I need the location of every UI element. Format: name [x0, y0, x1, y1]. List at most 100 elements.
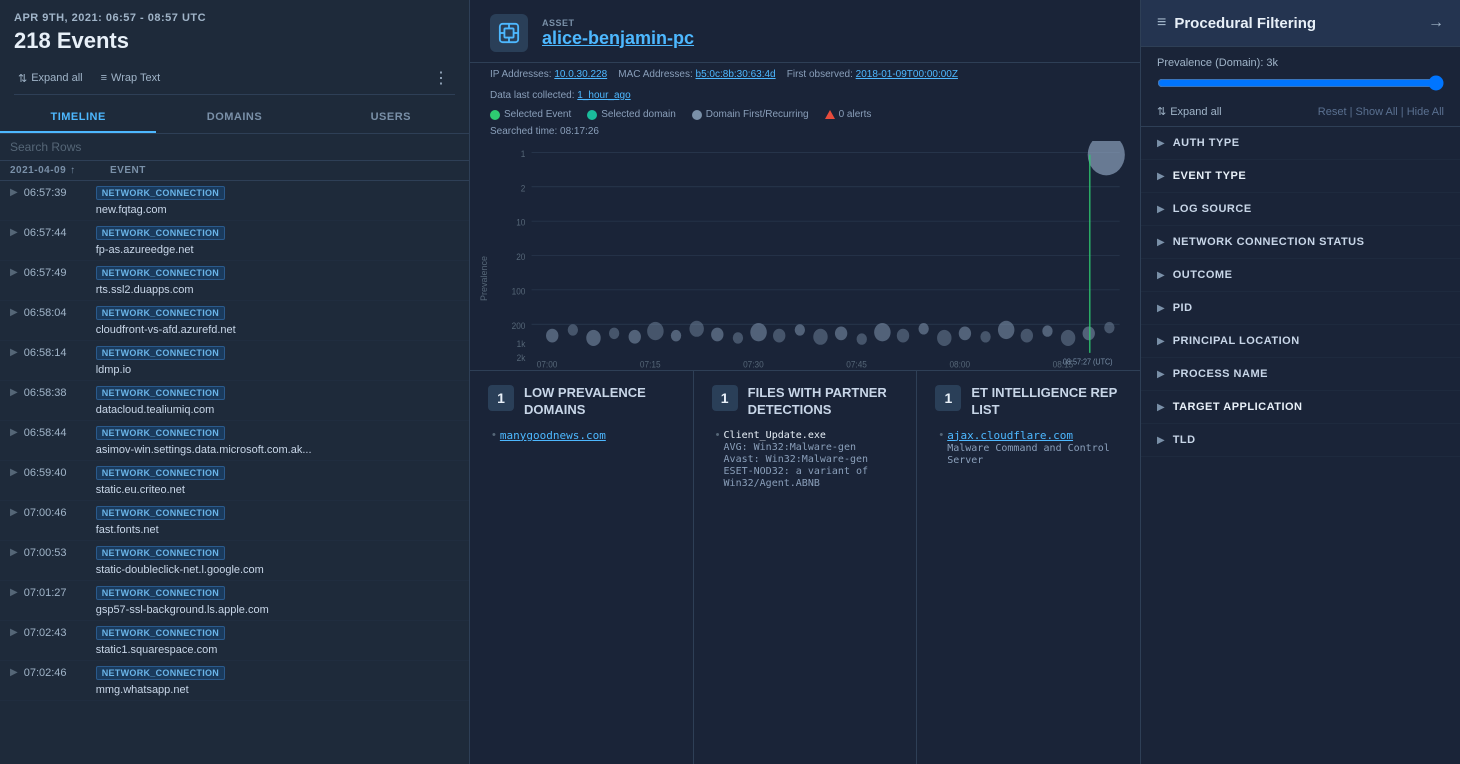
card-domain-link[interactable]: ajax.cloudflare.com [947, 429, 1073, 442]
filter-item[interactable]: ▶ PRINCIPAL LOCATION [1141, 325, 1460, 358]
event-badge: NETWORK_CONNECTION [96, 346, 225, 360]
event-badge: NETWORK_CONNECTION [96, 226, 225, 240]
expand-row-arrow[interactable]: ▶ [10, 587, 18, 598]
event-row[interactable]: ▶ 06:58:38 NETWORK_CONNECTION datacloud.… [0, 381, 469, 421]
card-domain-link[interactable]: manygoodnews.com [500, 429, 606, 442]
event-row[interactable]: ▶ 07:00:46 NETWORK_CONNECTION fast.fonts… [0, 501, 469, 541]
card-num: 1 [712, 385, 738, 411]
filter-item[interactable]: ▶ PROCESS NAME [1141, 358, 1460, 391]
asset-name[interactable]: alice-benjamin-pc [542, 28, 1120, 49]
toolbar: ⇅ Expand all ≡ Wrap Text ⋮ [14, 62, 455, 95]
event-row[interactable]: ▶ 06:59:40 NETWORK_CONNECTION static.eu.… [0, 461, 469, 501]
event-content: NETWORK_CONNECTION datacloud.tealiumiq.c… [96, 385, 459, 416]
event-row[interactable]: ▶ 06:57:39 NETWORK_CONNECTION new.fqtag.… [0, 181, 469, 221]
right-panel-arrow[interactable]: → [1428, 14, 1444, 32]
first-observed-link[interactable]: 2018-01-09T00:00:00Z [856, 69, 958, 80]
domain-first-dot [692, 110, 702, 120]
expand-row-arrow[interactable]: ▶ [10, 267, 18, 278]
event-content: NETWORK_CONNECTION rts.ssl2.duapps.com [96, 265, 459, 296]
prevalence-slider[interactable] [1157, 75, 1444, 91]
svg-text:08:00: 08:00 [949, 359, 970, 370]
event-domain: ldmp.io [96, 364, 131, 376]
event-badge: NETWORK_CONNECTION [96, 626, 225, 640]
right-expand-all-button[interactable]: ⇅ Expand all [1157, 105, 1222, 118]
event-time: 06:58:04 [24, 305, 96, 319]
card-detection: AVG: Win32:Malware-gen [724, 442, 856, 453]
selected-domain-dot [587, 110, 597, 120]
expand-row-arrow[interactable]: ▶ [10, 547, 18, 558]
left-panel: APR 9TH, 2021: 06:57 - 08:57 UTC 218 Eve… [0, 0, 470, 764]
event-time: 07:00:53 [24, 545, 96, 559]
filter-item[interactable]: ▶ EVENT TYPE [1141, 160, 1460, 193]
data-collected: Data last collected: 1_hour_ago [470, 84, 1140, 105]
mac-link[interactable]: b5:0c:8b:30:63:4d [696, 69, 776, 80]
expand-row-arrow[interactable]: ▶ [10, 627, 18, 638]
kebab-menu-button[interactable]: ⋮ [427, 66, 455, 90]
expand-row-arrow[interactable]: ▶ [10, 307, 18, 318]
expand-row-arrow[interactable]: ▶ [10, 347, 18, 358]
svg-text:100: 100 [512, 286, 526, 297]
filter-expand-arrow: ▶ [1157, 303, 1165, 314]
show-all-link[interactable]: Show All [1356, 106, 1398, 118]
right-panel-title: ≡ Procedural Filtering [1157, 14, 1316, 32]
event-domain: fast.fonts.net [96, 524, 159, 536]
tab-timeline[interactable]: TIMELINE [0, 103, 156, 133]
wrap-text-button[interactable]: ≡ Wrap Text [97, 70, 165, 86]
expand-row-arrow[interactable]: ▶ [10, 187, 18, 198]
filter-item[interactable]: ▶ AUTH TYPE [1141, 127, 1460, 160]
legend-row: Selected Event Selected domain Domain Fi… [470, 105, 1140, 126]
expand-row-arrow[interactable]: ▶ [10, 227, 18, 238]
cards-row: 1 LOW PREVALENCE DOMAINS manygoodnews.co… [470, 371, 1140, 764]
filter-label: PROCESS NAME [1173, 368, 1268, 380]
event-row[interactable]: ▶ 06:58:44 NETWORK_CONNECTION asimov-win… [0, 421, 469, 461]
col-date-header: 2021-04-09 ↑ [10, 165, 110, 176]
ip-link[interactable]: 10.0.30.228 [554, 69, 607, 80]
data-collected-link[interactable]: 1_hour_ago [577, 90, 630, 101]
expand-all-button[interactable]: ⇅ Expand all [14, 70, 87, 87]
event-row[interactable]: ▶ 06:57:49 NETWORK_CONNECTION rts.ssl2.d… [0, 261, 469, 301]
expand-row-arrow[interactable]: ▶ [10, 667, 18, 678]
expand-row-arrow[interactable]: ▶ [10, 427, 18, 438]
filter-item[interactable]: ▶ NETWORK CONNECTION STATUS [1141, 226, 1460, 259]
svg-text:200: 200 [512, 320, 526, 331]
event-row[interactable]: ▶ 07:02:43 NETWORK_CONNECTION static1.sq… [0, 621, 469, 661]
event-domain: new.fqtag.com [96, 204, 167, 216]
expand-all-icon: ⇅ [1157, 105, 1166, 118]
event-row[interactable]: ▶ 06:58:04 NETWORK_CONNECTION cloudfront… [0, 301, 469, 341]
wrap-icon: ≡ [101, 72, 107, 84]
tab-domains[interactable]: DOMAINS [156, 103, 312, 133]
event-domain: gsp57-ssl-background.ls.apple.com [96, 604, 269, 616]
tab-users[interactable]: USERS [313, 103, 469, 133]
card-items: manygoodnews.com [488, 429, 675, 442]
filter-item[interactable]: ▶ TLD [1141, 424, 1460, 457]
event-row[interactable]: ▶ 06:57:44 NETWORK_CONNECTION fp-as.azur… [0, 221, 469, 261]
event-content: NETWORK_CONNECTION fp-as.azureedge.net [96, 225, 459, 256]
event-row[interactable]: ▶ 07:01:27 NETWORK_CONNECTION gsp57-ssl-… [0, 581, 469, 621]
event-row[interactable]: ▶ 07:00:53 NETWORK_CONNECTION static-dou… [0, 541, 469, 581]
expand-row-arrow[interactable]: ▶ [10, 467, 18, 478]
card-title: LOW PREVALENCE DOMAINS [524, 385, 675, 419]
column-headers: 2021-04-09 ↑ EVENT [0, 161, 469, 181]
event-time: 06:58:44 [24, 425, 96, 439]
filter-item[interactable]: ▶ OUTCOME [1141, 259, 1460, 292]
expand-icon: ⇅ [18, 72, 27, 85]
expand-row-arrow[interactable]: ▶ [10, 507, 18, 518]
expand-row-arrow[interactable]: ▶ [10, 387, 18, 398]
card-detection: ESET-NOD32: a variant of Win32/Agent.ABN… [724, 466, 869, 489]
event-time: 07:02:46 [24, 665, 96, 679]
card-detection: Avast: Win32:Malware-gen [724, 454, 869, 465]
event-badge: NETWORK_CONNECTION [96, 506, 225, 520]
date-range: APR 9TH, 2021: 06:57 - 08:57 UTC [14, 12, 455, 24]
filter-item[interactable]: ▶ PID [1141, 292, 1460, 325]
event-row[interactable]: ▶ 06:58:14 NETWORK_CONNECTION ldmp.io [0, 341, 469, 381]
event-row[interactable]: ▶ 07:02:46 NETWORK_CONNECTION mmg.whatsa… [0, 661, 469, 701]
hide-all-link[interactable]: Hide All [1407, 106, 1444, 118]
reset-link[interactable]: Reset [1318, 106, 1347, 118]
card-header: 1 LOW PREVALENCE DOMAINS [488, 385, 675, 419]
event-content: NETWORK_CONNECTION new.fqtag.com [96, 185, 459, 216]
filter-item[interactable]: ▶ LOG SOURCE [1141, 193, 1460, 226]
expand-reset-row: ⇅ Expand all Reset | Show All | Hide All [1141, 101, 1460, 127]
filter-item[interactable]: ▶ TARGET APPLICATION [1141, 391, 1460, 424]
search-input[interactable] [10, 140, 459, 154]
col-event-header: EVENT [110, 165, 459, 176]
